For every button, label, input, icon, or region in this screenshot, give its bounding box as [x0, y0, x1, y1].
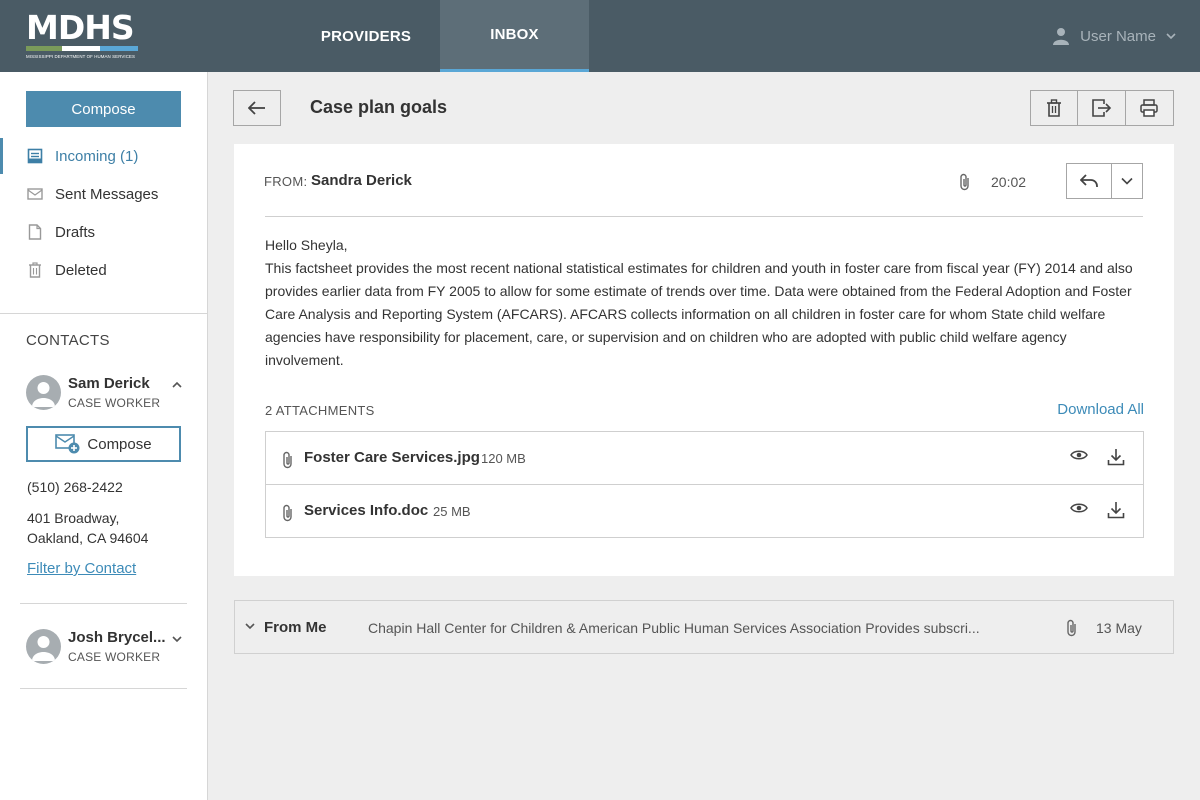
compose-mail-icon	[55, 434, 81, 454]
reply-button[interactable]	[1067, 164, 1112, 198]
envelope-icon	[26, 185, 44, 203]
move-button[interactable]	[1078, 91, 1126, 125]
top-header: MDHS MISSISSIPPI DEPARTMENT OF HUMAN SER…	[0, 0, 1200, 72]
greeting: Hello Sheyla,	[265, 237, 348, 253]
contact-name: Josh Brycel...	[68, 629, 166, 646]
folder-deleted[interactable]: Deleted	[0, 252, 207, 288]
message-body: Hello Sheyla, This factsheet provides th…	[265, 234, 1145, 372]
sidebar: Compose Incoming (1) Sent Messages Draft…	[0, 72, 208, 800]
paperclip-icon	[282, 451, 294, 469]
sidebar-divider	[0, 313, 207, 314]
trash-icon	[26, 261, 44, 279]
contact-role: CASE WORKER	[68, 396, 161, 410]
print-icon	[1140, 99, 1159, 117]
contact-address-line2: Oakland, CA 94604	[27, 530, 149, 546]
back-button[interactable]	[233, 90, 281, 126]
avatar	[26, 375, 61, 410]
body-paragraph: This factsheet provides the most recent …	[265, 260, 1133, 368]
folder-label: Drafts	[55, 223, 96, 241]
download-icon[interactable]	[1107, 448, 1125, 466]
inbox-icon	[26, 147, 44, 165]
folder-sent-messages[interactable]: Sent Messages	[0, 176, 207, 212]
avatar	[26, 629, 61, 664]
attachments-title: 2 ATTACHMENTS	[265, 403, 375, 418]
thread-from: From Me	[264, 619, 327, 636]
message-toolbar	[1030, 90, 1174, 126]
message-subject: Case plan goals	[310, 97, 448, 117]
attachment-row[interactable]: Foster Care Services.jpg 120 MB	[266, 432, 1143, 485]
tab-providers[interactable]: PROVIDERS	[292, 0, 440, 72]
arrow-left-icon	[248, 101, 266, 115]
header-divider	[265, 216, 1143, 217]
reply-icon	[1080, 174, 1098, 188]
attachment-row[interactable]: Services Info.doc 25 MB	[266, 485, 1143, 537]
contact-sam-derick[interactable]: Sam Derick CASE WORKER	[26, 375, 186, 415]
user-name: User Name	[1080, 27, 1156, 45]
trash-icon	[1046, 99, 1062, 117]
attachment-size: 25 MB	[433, 504, 471, 519]
chevron-down-icon	[1166, 32, 1176, 40]
reply-group	[1066, 163, 1143, 199]
attachment-name[interactable]: Foster Care Services.jpg	[304, 449, 480, 466]
user-icon	[1052, 27, 1070, 45]
contact-address-line1: 401 Broadway,	[27, 510, 120, 526]
paperclip-icon	[282, 504, 294, 522]
tab-inbox[interactable]: INBOX	[440, 0, 589, 72]
contact-phone: (510) 268-2422	[27, 479, 123, 495]
download-icon[interactable]	[1107, 501, 1125, 519]
contact-role: CASE WORKER	[68, 650, 161, 664]
chevron-down-icon	[1121, 177, 1133, 185]
folder-label: Sent Messages	[55, 185, 159, 203]
contacts-title: CONTACTS	[26, 332, 110, 349]
compose-button[interactable]: Compose	[26, 91, 181, 127]
from-label: FROM:	[264, 174, 308, 189]
paperclip-icon	[1066, 619, 1078, 637]
folder-incoming[interactable]: Incoming (1)	[0, 138, 207, 174]
download-all-link[interactable]: Download All	[1057, 401, 1144, 418]
compose-label: Compose	[87, 435, 152, 453]
mdhs-logo[interactable]: MDHS MISSISSIPPI DEPARTMENT OF HUMAN SER…	[26, 8, 140, 62]
print-button[interactable]	[1126, 91, 1173, 125]
thread-preview: Chapin Hall Center for Children & Americ…	[368, 620, 980, 636]
preview-eye-icon[interactable]	[1070, 449, 1088, 461]
logo-text: MDHS	[26, 8, 135, 47]
contact-compose-button[interactable]: Compose	[26, 426, 181, 462]
contact-divider	[20, 603, 187, 604]
attachment-size: 120 MB	[481, 451, 526, 466]
attachment-name[interactable]: Services Info.doc	[304, 502, 428, 519]
logo-subtitle: MISSISSIPPI DEPARTMENT OF HUMAN SERVICES	[26, 54, 136, 59]
contact-name: Sam Derick	[68, 375, 150, 392]
chevron-down-icon	[245, 622, 255, 630]
message-card: FROM: Sandra Derick 20:02 Hello Sheyla, …	[234, 144, 1174, 576]
sender-name: Sandra Derick	[311, 172, 412, 189]
paperclip-icon	[959, 173, 971, 191]
preview-eye-icon[interactable]	[1070, 502, 1088, 514]
attachments-list: Foster Care Services.jpg 120 MB Services…	[265, 431, 1144, 538]
folder-label: Incoming (1)	[55, 147, 139, 165]
logo-color-bars	[26, 46, 138, 51]
delete-button[interactable]	[1031, 91, 1079, 125]
contact-divider	[20, 688, 187, 689]
export-icon	[1091, 99, 1112, 117]
filter-by-contact-link[interactable]: Filter by Contact	[27, 560, 136, 577]
collapsed-thread-message[interactable]: From Me Chapin Hall Center for Children …	[234, 600, 1174, 654]
thread-date: 13 May	[1096, 620, 1142, 636]
folder-label: Deleted	[55, 261, 107, 279]
reply-options-button[interactable]	[1112, 164, 1142, 198]
folder-drafts[interactable]: Drafts	[0, 214, 207, 250]
document-icon	[26, 223, 44, 241]
chevron-up-icon[interactable]	[172, 381, 182, 389]
contact-josh-brycel[interactable]: Josh Brycel... CASE WORKER	[26, 629, 186, 669]
user-menu[interactable]: User Name	[1052, 0, 1176, 72]
chevron-down-icon[interactable]	[172, 635, 182, 643]
message-time: 20:02	[991, 174, 1027, 190]
